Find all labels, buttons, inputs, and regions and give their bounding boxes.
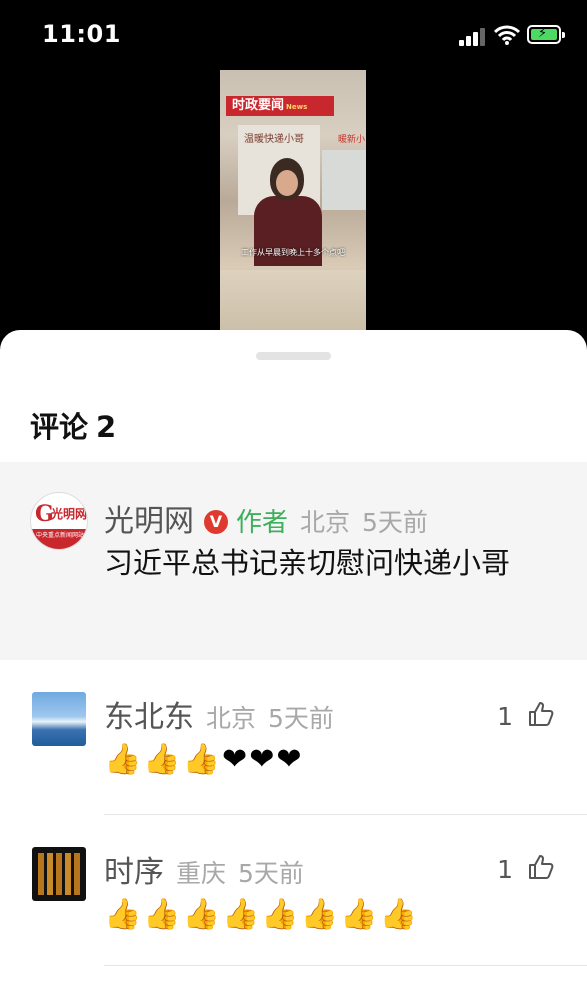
video-cabinet [322,150,366,210]
clock: 11:01 [42,20,121,48]
comment-location: 重庆 [176,859,227,888]
video-landscape-mist [220,270,366,332]
verified-badge-icon: V [204,510,228,534]
comment-emoji-text: 👍👍👍❤❤❤ [104,742,304,777]
video-person-face [276,170,298,196]
comment-divider [104,814,587,815]
battery-icon: ⚡ [527,25,565,44]
commenter-name[interactable]: 时序 [104,855,164,890]
video-wall-text: 温暖快递小哥 [244,134,304,145]
like-button[interactable]: 1 [497,700,555,734]
like-button[interactable]: 1 [497,853,555,887]
comment-location: 北京 [206,704,257,733]
like-count: 1 [497,855,514,884]
like-count: 1 [497,702,514,731]
comment-emoji-text: 👍👍👍👍👍👍👍👍 [104,897,419,932]
video-player[interactable]: 温暖快递小哥 暖新小 时政要闻 News 工作从早晨到晚上十多个点吧 [220,70,366,332]
comment-time: 5天前 [238,859,304,888]
sheet-drag-handle[interactable] [256,352,331,360]
avatar-sub-text: 中央重点新闻网站 [31,529,87,549]
pinned-comment-header: 光明网 V 作者 北京 5天前 [104,496,428,540]
comments-title: 评论 2 [30,410,117,444]
comments-sheet: 评论 2 G 光明网 中央重点新闻网站 光明网 V 作者 北京 5天前 习近平总书记亲切慰… [0,330,587,1000]
commenter-name[interactable]: 东北东 [104,700,194,735]
thumbs-up-icon [529,702,554,726]
status-bar: 11:01 ⚡ [0,0,587,70]
author-avatar[interactable]: G 光明网 中央重点新闻网站 [30,492,88,550]
comment-divider [104,965,587,966]
comment-header: 东北东 北京 5天前 [104,692,334,736]
pinned-author-comment[interactable]: G 光明网 中央重点新闻网站 光明网 V 作者 北京 5天前 习近平总书记亲切慰问快递小… [0,462,587,660]
video-side-sign: 暖新小 [338,135,366,145]
comment-header: 时序 重庆 5天前 [104,847,304,891]
comment-time: 5天前 [268,704,334,733]
video-news-banner: 时政要闻 News [226,96,334,116]
cellular-signal-icon [459,26,489,46]
video-subtitle: 工作从早晨到晚上十多个点吧 [241,248,345,257]
avatar-brand-text: 光明网 [51,507,88,521]
commenter-avatar[interactable] [32,847,86,901]
author-tag: 作者 [236,508,289,538]
comment-location: 北京 [300,508,351,537]
comment-text: 习近平总书记亲切慰问快递小哥 [104,546,511,580]
comment-time: 5天前 [362,508,428,537]
commenter-name[interactable]: 光明网 [104,504,194,539]
thumbs-up-icon [529,855,554,879]
commenter-avatar[interactable] [32,692,86,746]
wifi-icon [494,25,520,45]
